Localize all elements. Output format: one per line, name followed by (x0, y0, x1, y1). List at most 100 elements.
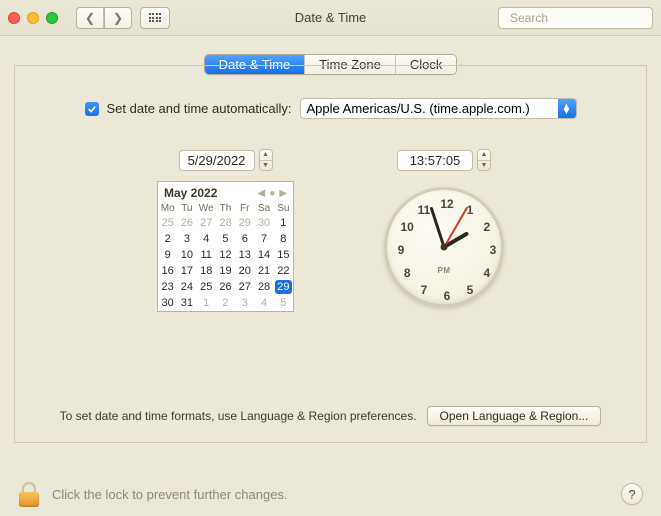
auto-label: Set date and time automatically: (107, 101, 292, 116)
search-field[interactable] (498, 7, 653, 29)
calendar-day[interactable]: 9 (158, 247, 177, 263)
calendar-day[interactable]: 24 (177, 279, 196, 295)
chevron-down-icon[interactable]: ▼ (478, 161, 490, 171)
calendar-day[interactable]: 20 (235, 263, 254, 279)
clock-numeral: 8 (404, 266, 411, 280)
calendar-dow: Tu (177, 202, 196, 215)
calendar-day[interactable]: 25 (158, 215, 177, 231)
open-language-region-button[interactable]: Open Language & Region... (427, 406, 602, 426)
calendar-day[interactable]: 13 (235, 247, 254, 263)
calendar-day[interactable]: 8 (274, 231, 293, 247)
time-server-select[interactable]: Apple Americas/U.S. (time.apple.com.) ▲▼ (300, 98, 577, 119)
clock-numeral: 4 (483, 266, 490, 280)
chevron-up-icon[interactable]: ▲ (260, 150, 272, 161)
clock-numeral: 10 (400, 220, 413, 234)
close-icon[interactable] (8, 12, 20, 24)
calendar[interactable]: May 2022 ◀ ● ▶ MoTuWeThFrSaSu25262728293… (157, 181, 294, 312)
calendar-day[interactable]: 30 (254, 215, 273, 231)
time-stepper[interactable]: 13:57:05 ▲▼ (397, 149, 491, 171)
clock-numeral: 7 (421, 283, 428, 297)
calendar-day[interactable]: 26 (216, 279, 235, 295)
back-button[interactable]: ❮ (76, 7, 104, 29)
calendar-day[interactable]: 26 (177, 215, 196, 231)
maximize-icon[interactable] (46, 12, 58, 24)
calendar-day[interactable]: 29 (275, 280, 292, 294)
dropdown-arrows-icon: ▲▼ (558, 99, 576, 118)
time-server-value: Apple Americas/U.S. (time.apple.com.) (307, 101, 530, 116)
show-all-button[interactable] (140, 7, 170, 29)
calendar-day[interactable]: 21 (254, 263, 273, 279)
calendar-day[interactable]: 6 (235, 231, 254, 247)
clock-numeral: 6 (444, 289, 451, 303)
calendar-day[interactable]: 29 (235, 215, 254, 231)
window-title: Date & Time (295, 10, 367, 25)
clock-numeral: 5 (467, 283, 474, 297)
date-stepper-arrows[interactable]: ▲▼ (259, 149, 273, 171)
calendar-dow: Fr (235, 202, 254, 215)
calendar-title: May 2022 (164, 186, 258, 200)
calendar-day[interactable]: 28 (216, 215, 235, 231)
forward-button[interactable]: ❯ (104, 7, 132, 29)
grid-icon (149, 13, 162, 22)
calendar-nav: ◀ ● ▶ (258, 188, 287, 199)
calendar-day[interactable]: 27 (197, 215, 216, 231)
calendar-day[interactable]: 1 (197, 295, 216, 311)
calendar-day[interactable]: 2 (216, 295, 235, 311)
calendar-day[interactable]: 27 (235, 279, 254, 295)
date-field[interactable]: 5/29/2022 (179, 150, 255, 171)
clock-numeral: 2 (483, 220, 490, 234)
cal-prev-icon[interactable]: ◀ (258, 188, 266, 199)
time-stepper-arrows[interactable]: ▲▼ (477, 149, 491, 171)
clock-numeral: 3 (490, 243, 497, 257)
content: Date & Time Time Zone Clock Set date and… (0, 36, 661, 443)
calendar-day[interactable]: 23 (158, 279, 177, 295)
calendar-day[interactable]: 31 (177, 295, 196, 311)
calendar-day[interactable]: 3 (177, 231, 196, 247)
calendar-day[interactable]: 10 (177, 247, 196, 263)
check-icon (87, 104, 97, 114)
calendar-day[interactable]: 15 (274, 247, 293, 263)
calendar-day[interactable]: 28 (254, 279, 273, 295)
calendar-day[interactable]: 1 (274, 215, 293, 231)
search-input[interactable] (510, 11, 661, 25)
calendar-day[interactable]: 4 (197, 231, 216, 247)
clock-numeral: 12 (440, 197, 453, 211)
calendar-day[interactable]: 14 (254, 247, 273, 263)
cal-next-icon[interactable]: ▶ (279, 188, 287, 199)
calendar-dow: We (197, 202, 216, 215)
calendar-day[interactable]: 25 (197, 279, 216, 295)
calendar-day[interactable]: 11 (197, 247, 216, 263)
calendar-dow: Su (274, 202, 293, 215)
calendar-day[interactable]: 19 (216, 263, 235, 279)
date-stepper[interactable]: 5/29/2022 ▲▼ (157, 149, 294, 171)
calendar-day[interactable]: 18 (197, 263, 216, 279)
footer-hint: To set date and time formats, use Langua… (60, 409, 417, 423)
calendar-day[interactable]: 5 (216, 231, 235, 247)
ampm-label: PM (438, 266, 451, 275)
calendar-day[interactable]: 4 (254, 295, 273, 311)
calendar-day[interactable]: 2 (158, 231, 177, 247)
calendar-day[interactable]: 7 (254, 231, 273, 247)
chevron-down-icon[interactable]: ▼ (260, 161, 272, 171)
minimize-icon[interactable] (27, 12, 39, 24)
auto-row: Set date and time automatically: Apple A… (45, 98, 616, 119)
chevron-up-icon[interactable]: ▲ (478, 150, 490, 161)
calendar-day[interactable]: 3 (235, 295, 254, 311)
auto-checkbox[interactable] (85, 102, 99, 116)
calendar-day[interactable]: 17 (177, 263, 196, 279)
help-button[interactable]: ? (621, 483, 643, 505)
calendar-day[interactable]: 22 (274, 263, 293, 279)
lock-text: Click the lock to prevent further change… (52, 487, 288, 502)
time-field[interactable]: 13:57:05 (397, 150, 473, 171)
calendar-dow: Mo (158, 202, 177, 215)
calendar-day[interactable]: 16 (158, 263, 177, 279)
lock-icon[interactable] (18, 482, 40, 507)
calendar-dow: Th (216, 202, 235, 215)
cal-today-icon[interactable]: ● (269, 188, 275, 199)
calendar-day[interactable]: 12 (216, 247, 235, 263)
clock-numeral: 11 (418, 203, 431, 217)
calendar-day[interactable]: 5 (274, 295, 293, 311)
minute-hand (430, 207, 446, 248)
calendar-day[interactable]: 30 (158, 295, 177, 311)
analog-clock: PM 121234567891011 (384, 187, 504, 307)
